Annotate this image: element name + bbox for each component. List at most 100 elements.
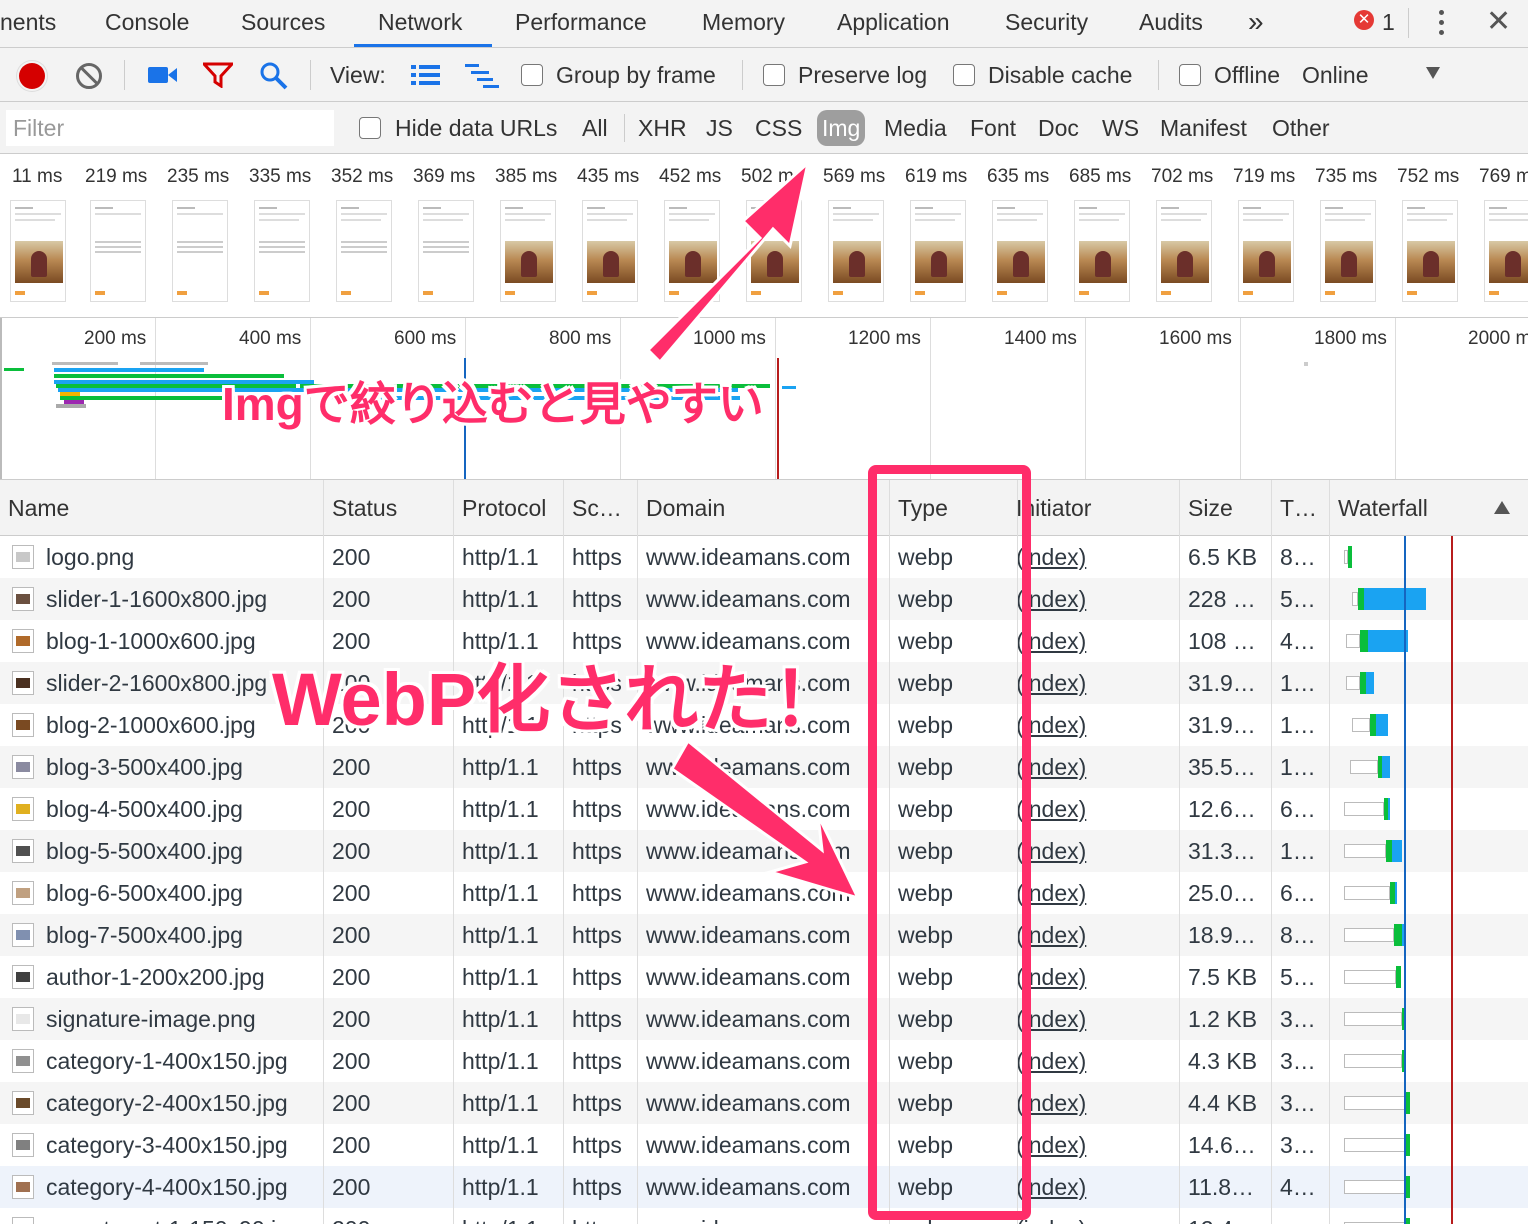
type-filter-media[interactable]: Media [884, 102, 947, 154]
column-header-protocol[interactable]: Protocol [454, 480, 564, 536]
group-by-frame-label[interactable]: Group by frame [556, 48, 716, 102]
screenshot-thumbnail[interactable] [828, 200, 884, 302]
type-filter-other[interactable]: Other [1272, 102, 1330, 154]
offline-checkbox[interactable] [1179, 64, 1201, 86]
chevron-down-icon[interactable] [1426, 67, 1440, 79]
tab-memory[interactable]: Memory [702, 0, 785, 48]
disable-cache-label[interactable]: Disable cache [988, 48, 1132, 102]
hide-data-urls-label[interactable]: Hide data URLs [395, 102, 557, 154]
column-header-domain[interactable]: Domain [638, 480, 890, 536]
hide-data-urls-checkbox[interactable] [359, 117, 381, 139]
request-initiator[interactable]: (index) [1018, 1124, 1178, 1166]
type-filter-ws[interactable]: WS [1102, 102, 1139, 154]
column-header-scheme[interactable]: Sc… [564, 480, 638, 536]
column-header-status[interactable]: Status [324, 480, 454, 536]
column-header-size[interactable]: Size [1180, 480, 1272, 536]
column-header-name[interactable]: Name [0, 480, 324, 536]
preserve-log-checkbox[interactable] [763, 64, 785, 86]
error-icon[interactable]: ✕ [1354, 10, 1374, 30]
screenshot-thumbnail[interactable] [1402, 200, 1458, 302]
column-header-initiator[interactable]: Initiator [1018, 480, 1180, 536]
large-rows-icon[interactable] [411, 65, 441, 85]
screenshot-thumbnail[interactable] [1074, 200, 1130, 302]
request-initiator[interactable]: (index) [1018, 1040, 1178, 1082]
filter-input[interactable]: Filter [6, 110, 334, 146]
table-row[interactable]: author-1-200x200.jpg 200 http/1.1 https www.… [0, 956, 1528, 998]
type-filter-all[interactable]: All [582, 102, 608, 154]
request-initiator[interactable]: (index) [1018, 914, 1178, 956]
tab-security[interactable]: Security [1005, 0, 1088, 48]
screenshot-thumbnail[interactable] [910, 200, 966, 302]
table-row[interactable]: category-1-400x150.jpg 200 http/1.1 https ww… [0, 1040, 1528, 1082]
request-initiator[interactable]: (index) [1018, 662, 1178, 704]
screenshot-thumbnail[interactable] [336, 200, 392, 302]
tab-sources[interactable]: Sources [241, 0, 325, 48]
request-initiator[interactable]: (index) [1018, 1166, 1178, 1208]
type-filter-doc[interactable]: Doc [1038, 102, 1079, 154]
screenshot-thumbnail[interactable] [10, 200, 66, 302]
sort-ascending-icon[interactable] [1494, 501, 1510, 514]
table-row[interactable]: blog-4-500x400.jpg 200 http/1.1 https www.id… [0, 788, 1528, 830]
waterfall-view-icon[interactable] [465, 64, 501, 88]
preserve-log-label[interactable]: Preserve log [798, 48, 927, 102]
type-filter-font[interactable]: Font [970, 102, 1016, 154]
camera-icon[interactable] [148, 64, 178, 86]
type-filter-css[interactable]: CSS [755, 102, 802, 154]
table-row[interactable]: category-2-400x150.jpg 200 http/1.1 https ww… [0, 1082, 1528, 1124]
screenshot-thumbnail[interactable] [1156, 200, 1212, 302]
request-initiator[interactable]: (index) [1018, 998, 1178, 1040]
throttle-select[interactable]: Online [1302, 48, 1368, 102]
group-by-frame-checkbox[interactable] [521, 64, 543, 86]
kebab-menu-icon[interactable] [1438, 10, 1446, 40]
tab-console[interactable]: Console [105, 0, 189, 48]
screenshot-thumbnail[interactable] [664, 200, 720, 302]
request-initiator[interactable]: (index) [1018, 872, 1178, 914]
screenshot-thumbnail[interactable] [582, 200, 638, 302]
tab-elements[interactable]: nents [0, 0, 56, 48]
table-row[interactable]: category-4-400x150.jpg 200 http/1.1 https ww… [0, 1166, 1528, 1208]
screenshot-thumbnail[interactable] [1320, 200, 1376, 302]
tab-performance[interactable]: Performance [515, 0, 647, 48]
filter-icon[interactable] [203, 62, 233, 88]
close-icon[interactable]: ✕ [1486, 2, 1511, 42]
request-initiator[interactable]: (index) [1018, 620, 1178, 662]
screenshot-thumbnail[interactable] [746, 200, 802, 302]
table-row[interactable]: recent-post-1-150x90.jpg200http/1.1https… [0, 1208, 1528, 1224]
table-row[interactable]: logo.png 200 http/1.1 https www.ideamans.com… [0, 536, 1528, 578]
request-initiator[interactable]: (index) [1018, 704, 1178, 746]
request-initiator[interactable]: (index) [1018, 830, 1178, 872]
request-initiator[interactable]: (index) [1018, 536, 1178, 578]
type-filter-manifest[interactable]: Manifest [1160, 102, 1247, 154]
request-initiator[interactable]: (index) [1018, 956, 1178, 998]
column-header-time[interactable]: T… [1272, 480, 1330, 536]
table-row[interactable]: blog-7-500x400.jpg 200 http/1.1 https www.id… [0, 914, 1528, 956]
screenshot-thumbnail[interactable] [500, 200, 556, 302]
clear-button[interactable] [76, 63, 102, 89]
screenshot-thumbnail[interactable] [90, 200, 146, 302]
request-initiator[interactable]: (index) [1018, 788, 1178, 830]
type-filter-xhr[interactable]: XHR [638, 102, 687, 154]
type-filter-img[interactable]: Img [817, 110, 866, 146]
table-row[interactable]: category-3-400x150.jpg 200 http/1.1 https ww… [0, 1124, 1528, 1166]
more-tabs-icon[interactable]: » [1248, 0, 1264, 48]
table-row[interactable]: signature-image.png 200 http/1.1 https www.i… [0, 998, 1528, 1040]
table-row[interactable]: blog-5-500x400.jpg 200 http/1.1 https www.id… [0, 830, 1528, 872]
table-row[interactable]: slider-1-1600x800.jpg 200 http/1.1 https www… [0, 578, 1528, 620]
request-initiator[interactable]: (index) [1018, 1082, 1178, 1124]
record-button[interactable] [19, 63, 45, 89]
tab-audits[interactable]: Audits [1139, 0, 1203, 48]
screenshot-thumbnail[interactable] [254, 200, 310, 302]
table-row[interactable]: blog-3-500x400.jpg 200 http/1.1 https www.id… [0, 746, 1528, 788]
type-filter-js[interactable]: JS [706, 102, 733, 154]
tab-application[interactable]: Application [837, 0, 950, 48]
tab-network[interactable]: Network [378, 0, 462, 48]
error-count[interactable]: 1 [1382, 0, 1395, 44]
request-initiator[interactable]: (index) [1018, 578, 1178, 620]
screenshot-thumbnail[interactable] [992, 200, 1048, 302]
screenshot-thumbnail[interactable] [418, 200, 474, 302]
screenshot-thumbnail[interactable] [172, 200, 228, 302]
search-icon[interactable] [259, 61, 289, 91]
table-row[interactable]: blog-6-500x400.jpg 200 http/1.1 https www.id… [0, 872, 1528, 914]
screenshot-thumbnail[interactable] [1484, 200, 1528, 302]
disable-cache-checkbox[interactable] [953, 64, 975, 86]
